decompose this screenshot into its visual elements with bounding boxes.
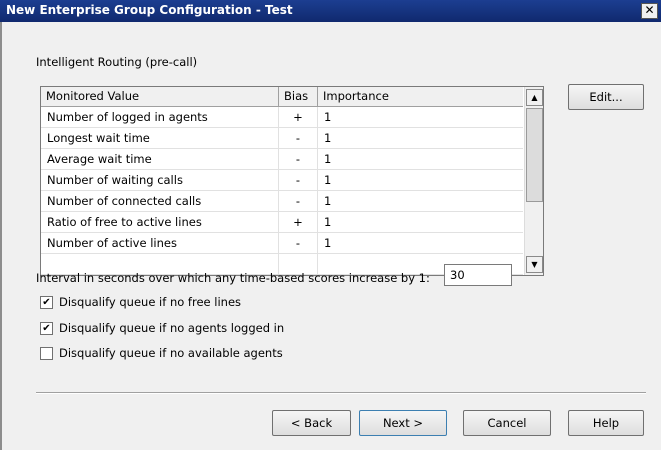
- scroll-up-button[interactable]: ▲: [526, 89, 543, 106]
- interval-input[interactable]: [444, 264, 512, 286]
- table-row[interactable]: Number of connected calls - 1: [41, 191, 523, 212]
- cell-importance: 1: [324, 173, 332, 187]
- column-header-monitored-value[interactable]: Monitored Value: [41, 87, 279, 106]
- edit-button[interactable]: Edit...: [568, 84, 644, 110]
- cell-importance: 1: [324, 110, 332, 124]
- table-row[interactable]: Longest wait time - 1: [41, 128, 523, 149]
- column-header-importance[interactable]: Importance: [318, 87, 523, 106]
- checkbox[interactable]: [40, 347, 53, 360]
- help-button[interactable]: Help: [568, 410, 644, 436]
- table-row[interactable]: Number of active lines - 1: [41, 233, 523, 254]
- scroll-down-button[interactable]: ▼: [526, 256, 543, 273]
- cell-monitored-value: Number of logged in agents: [41, 107, 279, 127]
- dialog-body: Intelligent Routing (pre-call) Monitored…: [0, 22, 661, 450]
- checkbox-label: Disqualify queue if no available agents: [59, 346, 283, 360]
- column-header-bias[interactable]: Bias: [279, 87, 318, 106]
- cell-monitored-value: Average wait time: [41, 149, 279, 169]
- table-header: Monitored Value Bias Importance: [41, 87, 523, 107]
- checkbox[interactable]: ✔: [40, 322, 53, 335]
- table-row[interactable]: Ratio of free to active lines + 1: [41, 212, 523, 233]
- cell-importance: 1: [324, 194, 332, 208]
- close-button[interactable]: ✕: [641, 3, 658, 19]
- cell-bias: -: [279, 233, 318, 253]
- window-title: New Enterprise Group Configuration - Tes…: [6, 3, 293, 17]
- cell-monitored-value: Longest wait time: [41, 128, 279, 148]
- table-row[interactable]: Number of logged in agents + 1: [41, 107, 523, 128]
- cancel-button[interactable]: Cancel: [463, 410, 551, 436]
- table-row[interactable]: Average wait time - 1: [41, 149, 523, 170]
- scroll-thumb[interactable]: [526, 108, 543, 202]
- cell-monitored-value: Number of connected calls: [41, 191, 279, 211]
- cell-monitored-value: Number of active lines: [41, 233, 279, 253]
- vertical-scrollbar[interactable]: ▲ ▼: [524, 87, 543, 275]
- table-row[interactable]: Number of waiting calls - 1: [41, 170, 523, 191]
- cell-monitored-value: Number of waiting calls: [41, 170, 279, 190]
- cell-bias: -: [279, 149, 318, 169]
- title-bar: New Enterprise Group Configuration - Tes…: [0, 0, 661, 22]
- section-label: Intelligent Routing (pre-call): [36, 55, 198, 69]
- cell-bias: -: [279, 170, 318, 190]
- back-button[interactable]: < Back: [272, 410, 351, 436]
- cell-importance: 1: [324, 152, 332, 166]
- cell-importance: 1: [324, 131, 332, 145]
- cell-bias: -: [279, 191, 318, 211]
- cell-monitored-value: Ratio of free to active lines: [41, 212, 279, 232]
- table-rows: Number of logged in agents + 1 Longest w…: [41, 107, 523, 275]
- cell-bias: -: [279, 128, 318, 148]
- checkbox-label: Disqualify queue if no agents logged in: [59, 321, 285, 335]
- cell-bias: +: [279, 107, 318, 127]
- monitored-values-table[interactable]: Monitored Value Bias Importance Number o…: [40, 86, 544, 276]
- checkbox[interactable]: ✔: [40, 296, 53, 309]
- cell-importance: 1: [324, 236, 332, 250]
- next-button[interactable]: Next >: [359, 410, 447, 436]
- checkbox-label: Disqualify queue if no free lines: [59, 295, 242, 309]
- cell-importance: 1: [324, 215, 332, 229]
- cell-bias: +: [279, 212, 318, 232]
- footer-separator: [36, 392, 646, 394]
- interval-label: Interval in seconds over which any time-…: [36, 271, 430, 285]
